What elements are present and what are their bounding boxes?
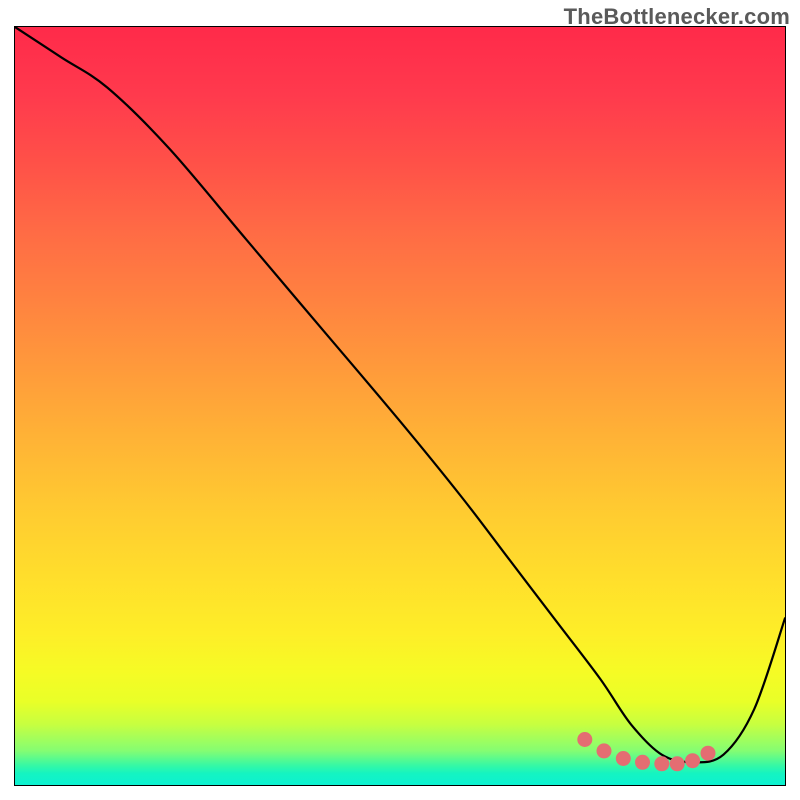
optimal-dot <box>685 753 700 768</box>
optimal-dot <box>616 751 631 766</box>
bottleneck-curve <box>15 27 785 762</box>
plot-area <box>14 26 786 786</box>
optimal-dot <box>654 756 669 771</box>
attribution-text: TheBottlenecker.com <box>564 4 790 30</box>
optimal-dot <box>597 743 612 758</box>
optimal-zone-dots <box>577 732 715 771</box>
chart-container: TheBottlenecker.com <box>0 0 800 800</box>
optimal-dot <box>577 732 592 747</box>
optimal-dot <box>701 746 716 761</box>
optimal-dot <box>635 755 650 770</box>
optimal-dot <box>670 756 685 771</box>
curve-svg <box>15 27 785 785</box>
